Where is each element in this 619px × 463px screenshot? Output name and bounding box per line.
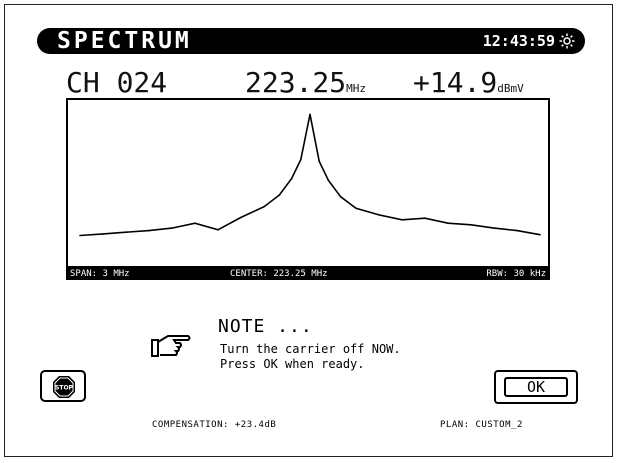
stop-button[interactable]: STOP — [40, 370, 86, 402]
center-label: CENTER: 223.25 MHz — [230, 269, 328, 279]
frequency-value: 223.25 — [245, 66, 347, 99]
spectrum-point — [401, 219, 403, 221]
spectrum-point — [217, 229, 219, 231]
spectrum-point — [516, 229, 518, 232]
spectrum-point — [263, 205, 265, 208]
ok-button[interactable]: OK — [494, 370, 578, 404]
clock: 12:43:59 — [482, 32, 555, 50]
rbw-label: RBW: 30 kHz — [486, 269, 546, 279]
level-value: +14.9 — [413, 66, 498, 99]
spectrum-point — [309, 113, 311, 116]
spectrum-point — [470, 224, 472, 226]
spectrum-point — [290, 177, 293, 180]
ok-button-label: OK — [504, 377, 568, 397]
spectrum-plot — [66, 98, 550, 268]
title-bar: SPECTRUM 12:43:59 — [37, 28, 585, 54]
spectrum-point — [339, 196, 342, 198]
spectrum-point — [300, 158, 302, 161]
plan-label: PLAN: CUSTOM_2 — [440, 420, 523, 430]
spectrum-point — [327, 179, 330, 182]
spectrum-point — [318, 160, 320, 163]
frequency-unit: MHz — [346, 82, 367, 95]
spectrum-point — [378, 214, 380, 216]
spectrum-point — [125, 231, 127, 233]
status-bar: SPAN: 3 MHz CENTER: 223.25 MHz RBW: 30 k… — [66, 268, 550, 280]
stop-sign-text: STOP — [55, 385, 74, 392]
compensation-label: COMPENSATION: +23.4dB — [152, 420, 277, 430]
note-line-1: Turn the carrier off NOW. — [220, 342, 401, 356]
spectrum-point — [102, 233, 104, 235]
span-label: SPAN: 3 MHz — [70, 269, 130, 279]
note-title: NOTE ... — [218, 316, 313, 337]
sun-icon — [559, 33, 575, 49]
spectrum-trace — [79, 114, 541, 237]
pointing-hand-icon — [151, 335, 191, 357]
spectrum-point — [148, 229, 150, 232]
level-unit: dBmV — [497, 82, 524, 95]
spectrum-point — [539, 233, 541, 236]
spectrum-point — [355, 207, 357, 210]
stop-icon: STOP — [53, 376, 75, 398]
spectrum-point — [493, 227, 495, 229]
spectrum-point — [79, 234, 81, 237]
spectrum-point — [194, 222, 196, 224]
spectrum-point — [424, 217, 426, 219]
spectrum-point — [447, 222, 449, 224]
spectrum-point — [278, 194, 281, 196]
screen-title: SPECTRUM — [57, 28, 192, 54]
spectrum-point — [240, 216, 242, 219]
spectrum-point — [171, 227, 173, 229]
spectrum-svg — [79, 113, 541, 237]
note-line-2: Press OK when ready. — [220, 357, 365, 371]
channel-readout: CH 024 — [66, 66, 168, 99]
